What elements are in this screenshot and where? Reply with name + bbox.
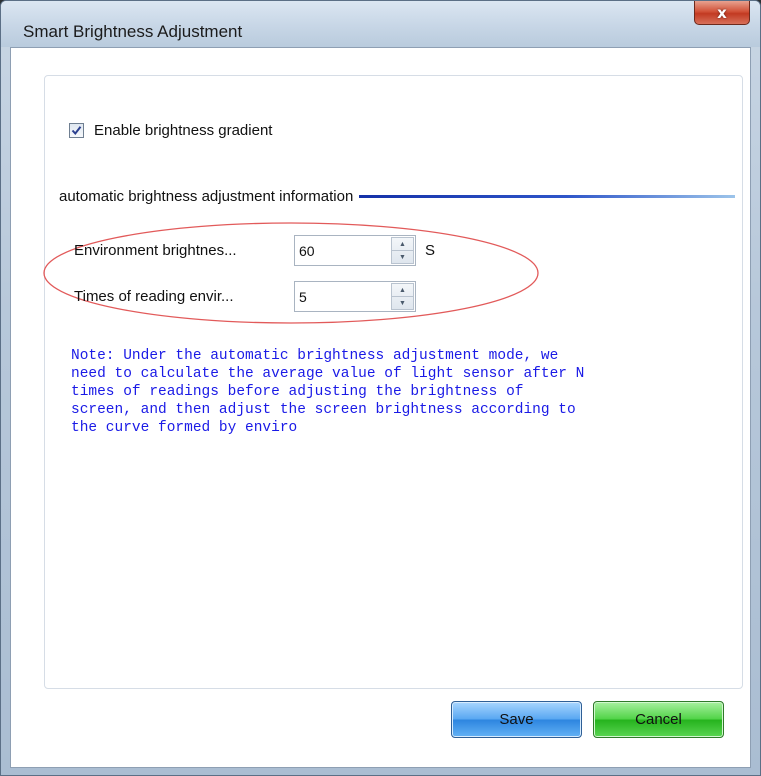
note-text: Note: Under the automatic brightness adj…	[71, 348, 585, 436]
window-title: Smart Brightness Adjustment	[23, 22, 243, 41]
settings-panel: Enable brightness gradient automatic bri…	[43, 75, 743, 689]
environment-brightness-label: Environment brightnes...	[74, 242, 237, 259]
close-button[interactable]: x	[694, 1, 750, 25]
spin-up-icon[interactable]: ▲	[392, 284, 413, 296]
reading-times-row: Times of reading envir... 5 ▲ ▼	[74, 281, 416, 312]
reading-times-value[interactable]: 5	[295, 289, 391, 305]
title-bar[interactable]: Smart Brightness Adjustment x	[1, 1, 760, 47]
environment-brightness-unit: S	[425, 242, 436, 259]
brightness-gradient-label: Enable brightness gradient	[94, 122, 273, 139]
save-button[interactable]: Save	[451, 701, 582, 738]
close-icon: x	[717, 3, 727, 22]
section-divider	[359, 195, 735, 198]
reading-times-label: Times of reading envir...	[74, 288, 234, 305]
section-title: automatic brightness adjustment informat…	[59, 188, 354, 205]
dialog-body: Enable brightness gradient automatic bri…	[10, 47, 751, 768]
environment-brightness-spinbox[interactable]: 60 ▲ ▼	[294, 235, 416, 266]
spin-down-icon[interactable]: ▼	[392, 250, 413, 263]
spin-down-icon[interactable]: ▼	[392, 296, 413, 309]
environment-brightness-value[interactable]: 60	[295, 243, 391, 259]
reading-times-spin-buttons[interactable]: ▲ ▼	[391, 283, 414, 310]
cancel-button[interactable]: Cancel	[593, 701, 724, 738]
spin-up-icon[interactable]: ▲	[392, 238, 413, 250]
section-header: automatic brightness adjustment informat…	[59, 188, 735, 205]
environment-brightness-spin-buttons[interactable]: ▲ ▼	[391, 237, 414, 264]
dialog-window: Smart Brightness Adjustment x Enable bri…	[0, 0, 761, 776]
brightness-gradient-checkbox[interactable]	[69, 123, 84, 138]
brightness-gradient-option[interactable]: Enable brightness gradient	[69, 122, 272, 139]
reading-times-spinbox[interactable]: 5 ▲ ▼	[294, 281, 416, 312]
checkmark-icon	[71, 126, 82, 136]
environment-brightness-row: Environment brightnes... 60 ▲ ▼ S	[74, 235, 435, 266]
